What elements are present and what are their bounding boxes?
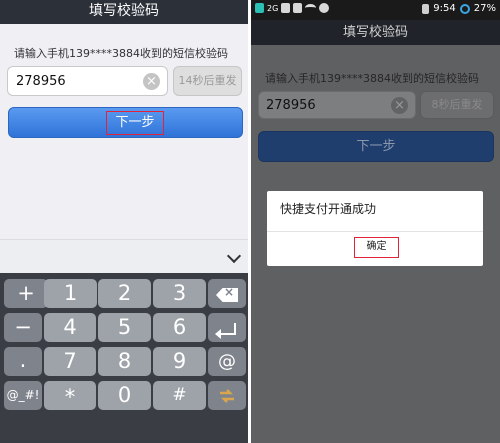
battery-level: 27% bbox=[473, 3, 496, 14]
clear-icon[interactable]: × bbox=[143, 73, 160, 90]
key-2[interactable]: 2 bbox=[98, 279, 151, 308]
network-type: 2G bbox=[267, 3, 279, 13]
backspace-icon: × bbox=[216, 288, 238, 302]
sms-hint-text: 请输入手机139****3884收到的短信校验码 bbox=[265, 72, 479, 85]
key-delete[interactable]: × bbox=[208, 279, 246, 308]
page-title: 填写校验码 bbox=[0, 0, 248, 24]
key-7[interactable]: 7 bbox=[44, 347, 96, 376]
code-value: 278956 bbox=[16, 74, 66, 89]
confirm-button[interactable]: 确定 bbox=[354, 237, 399, 258]
key-3[interactable]: 3 bbox=[153, 279, 206, 308]
keyboard-toolbar bbox=[0, 239, 248, 273]
key-switch-keyboard[interactable] bbox=[208, 381, 246, 410]
key-hash[interactable]: # bbox=[153, 381, 206, 410]
key-minus[interactable]: − bbox=[4, 313, 42, 342]
key-8[interactable]: 8 bbox=[98, 347, 151, 376]
wifi-icon bbox=[305, 4, 317, 12]
enter-icon bbox=[215, 323, 236, 339]
success-dialog: 快捷支付开通成功 确定 bbox=[267, 191, 483, 266]
numeric-keyboard: + 1 2 3 × − 4 5 6 . 7 8 9 @ @_#! * 0 # bbox=[0, 273, 248, 443]
page-title: 填写校验码 bbox=[251, 20, 500, 45]
status-time: 9:54 bbox=[433, 3, 456, 14]
right-screen: 2G 9:54 27% 填写校验码 请输入手机139****3884收到的短信校… bbox=[251, 0, 500, 443]
notification-icon bbox=[293, 3, 303, 13]
message-icon bbox=[319, 3, 330, 13]
sim-icon bbox=[281, 3, 291, 13]
key-9[interactable]: 9 bbox=[153, 347, 206, 376]
key-plus[interactable]: + bbox=[4, 279, 48, 308]
key-symbols[interactable]: @_#! bbox=[4, 381, 42, 410]
app-notification-icon bbox=[255, 3, 264, 13]
verification-code-input[interactable]: 278956 × bbox=[7, 66, 168, 96]
key-at[interactable]: @ bbox=[208, 347, 246, 376]
verification-code-input[interactable]: 278956 × bbox=[258, 91, 416, 119]
clear-icon[interactable]: × bbox=[391, 97, 408, 114]
key-5[interactable]: 5 bbox=[98, 313, 151, 342]
key-1[interactable]: 1 bbox=[44, 279, 97, 308]
resend-button[interactable]: 14秒后重发 bbox=[173, 66, 242, 96]
status-bar: 2G 9:54 27% bbox=[251, 0, 500, 20]
left-screen: 填写校验码 请输入手机139****3884收到的短信校验码 278956 × … bbox=[0, 0, 248, 443]
key-dot[interactable]: . bbox=[4, 347, 42, 376]
signal-icon bbox=[422, 3, 430, 14]
key-6[interactable]: 6 bbox=[153, 313, 206, 342]
chevron-down-icon[interactable] bbox=[226, 248, 242, 264]
code-value: 278956 bbox=[266, 98, 316, 113]
sms-hint-text: 请输入手机139****3884收到的短信校验码 bbox=[14, 47, 228, 60]
key-star[interactable]: * bbox=[44, 381, 96, 410]
dialog-message: 快捷支付开通成功 bbox=[280, 202, 377, 216]
key-0[interactable]: 0 bbox=[98, 381, 151, 410]
resend-button[interactable]: 8秒后重发 bbox=[420, 91, 494, 119]
keyboard-switch-icon bbox=[220, 389, 234, 403]
next-step-label: 下一步 bbox=[106, 111, 164, 135]
dialog-divider bbox=[267, 231, 483, 232]
battery-icon bbox=[459, 3, 470, 14]
key-4[interactable]: 4 bbox=[44, 313, 96, 342]
next-step-button[interactable]: 下一步 bbox=[8, 107, 243, 138]
next-step-button[interactable]: 下一步 bbox=[258, 131, 494, 162]
key-enter[interactable] bbox=[208, 313, 246, 342]
